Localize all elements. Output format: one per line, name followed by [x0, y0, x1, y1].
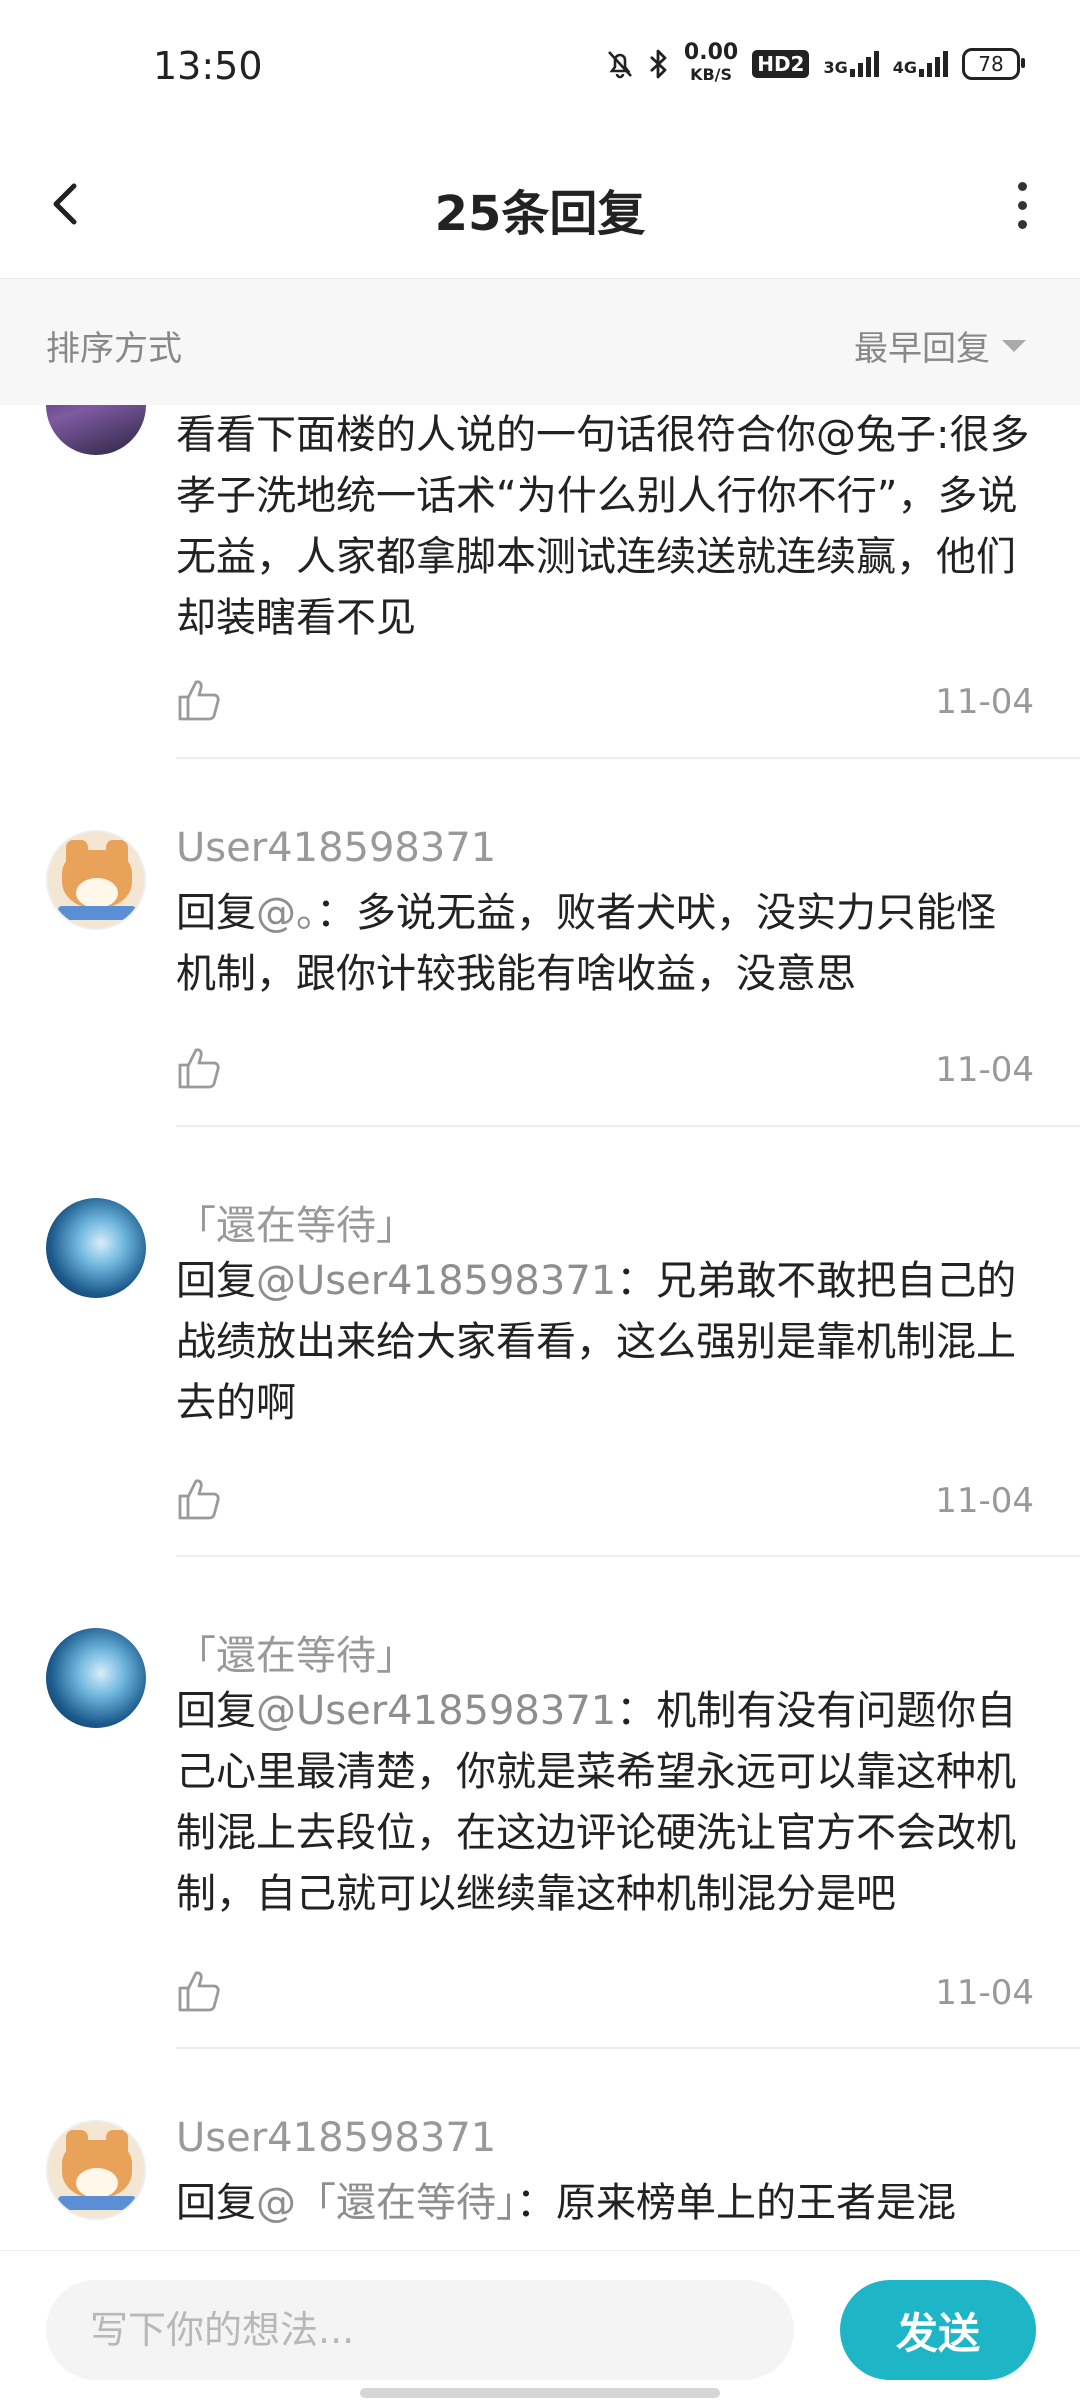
reply-date: 11-04: [935, 1481, 1034, 1521]
composer-bar: 发送: [0, 2250, 1080, 2401]
reply-separator: ：: [616, 1258, 657, 1304]
divider: [176, 1125, 1080, 1127]
network-speed-unit: KB/S: [690, 65, 733, 84]
divider: [176, 1555, 1080, 1557]
divider: [176, 2047, 1080, 2049]
more-vertical-icon: [1017, 181, 1027, 229]
signal-4g-label: 4G: [892, 58, 917, 77]
avatar[interactable]: [46, 1628, 146, 1728]
reply-content: 回复@User418598371：兄弟敢不敢把自己的战绩放出来给大家看看，这么强…: [176, 1251, 1032, 1434]
avatar[interactable]: [46, 1198, 146, 1298]
reply-prefix: 回复: [176, 1688, 256, 1734]
page-title: 25条回复: [434, 186, 646, 242]
divider: [176, 757, 1080, 759]
reply-author[interactable]: User418598371: [176, 2115, 496, 2161]
thumbs-up-icon[interactable]: [176, 1476, 222, 1522]
home-indicator[interactable]: [360, 2388, 720, 2398]
reply-mention[interactable]: @User418598371: [256, 1688, 616, 1734]
reply-list[interactable]: 看看下面楼的人说的一句话很符合你@兔子:很多孝子洗地统一话术“为什么别人行你不行…: [0, 405, 1080, 2250]
reply-author[interactable]: 「還在等待」: [176, 1193, 416, 1251]
reply-prefix: 回复: [176, 2180, 256, 2226]
sort-dropdown[interactable]: 最早回复: [854, 321, 1026, 370]
reply-text: 原来榜单上的王者是混: [556, 2180, 956, 2226]
reply-author[interactable]: 「還在等待」: [176, 1623, 416, 1681]
reply-separator: ：: [616, 1688, 657, 1734]
send-button[interactable]: 发送: [840, 2280, 1036, 2380]
signal-4g: 4G: [893, 51, 948, 77]
status-icons: 0.00 KB/S HD2 3G 4G 78: [606, 42, 1025, 86]
signal-3g: 3G: [823, 51, 879, 77]
reply-content: 回复@。：多说无益，败者犬吠，没实力只能怪机制，跟你计较我能有啥收益，没意思: [176, 883, 1032, 1005]
reply-mention[interactable]: @User418598371: [256, 1258, 616, 1304]
reply-separator: ：: [316, 890, 356, 936]
app-header: 25条回复: [0, 130, 1080, 279]
reply-content: 回复@User418598371：机制有没有问题你自己心里最清楚，你就是菜希望永…: [176, 1681, 1032, 1925]
avatar[interactable]: [46, 2120, 146, 2220]
more-button[interactable]: [1002, 170, 1042, 240]
signal-bars-icon: [849, 51, 879, 77]
reply-prefix: 回复: [176, 1258, 256, 1304]
reply-mention[interactable]: @。: [256, 890, 316, 936]
reply-content: 看看下面楼的人说的一句话很符合你@兔子:很多孝子洗地统一话术“为什么别人行你不行…: [176, 405, 1032, 649]
reply-date: 11-04: [935, 1050, 1034, 1090]
reply-separator: ：: [516, 2180, 556, 2226]
sort-bar: 排序方式 最早回复: [0, 279, 1080, 405]
network-speed-value: 0.00: [683, 40, 739, 65]
network-speed: 0.00 KB/S: [684, 42, 738, 86]
hd-badge: HD2: [752, 50, 810, 78]
reply-prefix: 回复: [176, 890, 256, 936]
status-time: 13:50: [153, 44, 263, 88]
sort-value: 最早回复: [854, 329, 990, 369]
sort-label: 排序方式: [46, 329, 182, 369]
bluetooth-icon: [649, 49, 667, 79]
reply-date: 11-04: [935, 682, 1034, 722]
battery-icon: 78: [962, 48, 1025, 80]
avatar[interactable]: [46, 830, 146, 930]
thumbs-up-icon[interactable]: [176, 677, 222, 723]
reply-text: 看看下面楼的人说的一句话很符合你@兔子:很多孝子洗地统一话术“为什么别人行你不行…: [176, 412, 1030, 641]
mute-bell-icon: [607, 51, 632, 79]
reply-content: 回复@「還在等待」：原来榜单上的王者是混: [176, 2173, 1032, 2234]
comment-input[interactable]: [46, 2280, 794, 2380]
thumbs-up-icon[interactable]: [176, 1968, 222, 2014]
reply-author[interactable]: User418598371: [176, 825, 496, 871]
avatar[interactable]: [46, 405, 146, 455]
sort-caret-icon: [1002, 339, 1026, 352]
signal-3g-label: 3G: [823, 58, 848, 77]
signal-bars-icon: [919, 51, 948, 77]
reply-mention[interactable]: @「還在等待」: [256, 2180, 516, 2226]
status-bar: 13:50 0.00 KB/S HD2 3G 4G 78: [0, 0, 1080, 130]
reply-date: 11-04: [935, 1973, 1034, 2013]
thumbs-up-icon[interactable]: [176, 1045, 222, 1091]
battery-level: 78: [978, 52, 1004, 76]
